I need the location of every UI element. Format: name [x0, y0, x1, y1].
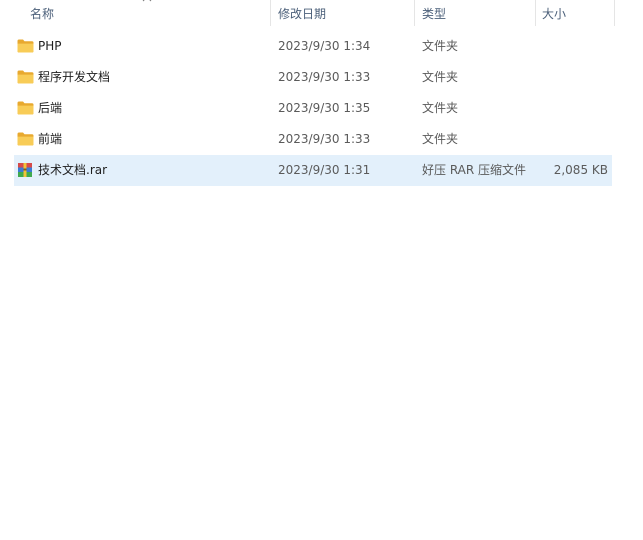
file-date-modified: 2023/9/30 1:33 — [278, 132, 371, 146]
column-header-date-modified[interactable]: 修改日期 — [271, 0, 414, 28]
file-name: 技术文档.rar — [38, 163, 108, 177]
file-type: 好压 RAR 压缩文件 — [422, 163, 527, 177]
file-type: 文件夹 — [422, 39, 459, 53]
file-type: 文件夹 — [422, 132, 459, 146]
file-type: 文件夹 — [422, 101, 459, 115]
column-header-name-label: 名称 — [30, 7, 55, 21]
file-date-modified: 2023/9/30 1:35 — [278, 101, 371, 115]
file-type: 文件夹 — [422, 70, 459, 84]
file-size: 2,085 KB — [553, 163, 608, 177]
file-explorer-list: 名称 修改日期 类型 大小 PHP 2023/9/30 1:34 文件夹 程序开… — [0, 0, 643, 540]
file-name: PHP — [38, 39, 62, 53]
file-row-dev-docs[interactable]: 程序开发文档 2023/9/30 1:33 文件夹 — [14, 62, 612, 93]
chevron-up-icon — [142, 0, 152, 2]
folder-icon — [17, 101, 34, 115]
rar-archive-icon — [18, 163, 32, 177]
file-row-tech-docs-rar[interactable]: 技术文档.rar 2023/9/30 1:31 好压 RAR 压缩文件 2,08… — [14, 155, 612, 186]
file-name: 程序开发文档 — [38, 70, 111, 84]
file-row-backend[interactable]: 后端 2023/9/30 1:35 文件夹 — [14, 93, 612, 124]
file-date-modified: 2023/9/30 1:31 — [278, 163, 371, 177]
file-date-modified: 2023/9/30 1:33 — [278, 70, 371, 84]
folder-icon — [17, 132, 34, 146]
column-header-name[interactable]: 名称 — [0, 0, 270, 28]
file-name: 后端 — [38, 101, 63, 115]
file-list: PHP 2023/9/30 1:34 文件夹 程序开发文档 2023/9/30 … — [14, 31, 612, 186]
folder-icon — [17, 70, 34, 84]
file-name: 前端 — [38, 132, 63, 146]
column-divider[interactable] — [614, 0, 615, 26]
column-header-type-label: 类型 — [422, 7, 447, 21]
column-header-type[interactable]: 类型 — [415, 0, 535, 28]
file-date-modified: 2023/9/30 1:34 — [278, 39, 371, 53]
file-row-php[interactable]: PHP 2023/9/30 1:34 文件夹 — [14, 31, 612, 62]
column-header-size[interactable]: 大小 — [536, 0, 614, 28]
column-header-size-label: 大小 — [542, 7, 567, 21]
folder-icon — [17, 39, 34, 53]
file-row-frontend[interactable]: 前端 2023/9/30 1:33 文件夹 — [14, 124, 612, 155]
column-header-date-label: 修改日期 — [278, 7, 327, 21]
column-header-bar: 名称 修改日期 类型 大小 — [0, 0, 643, 28]
